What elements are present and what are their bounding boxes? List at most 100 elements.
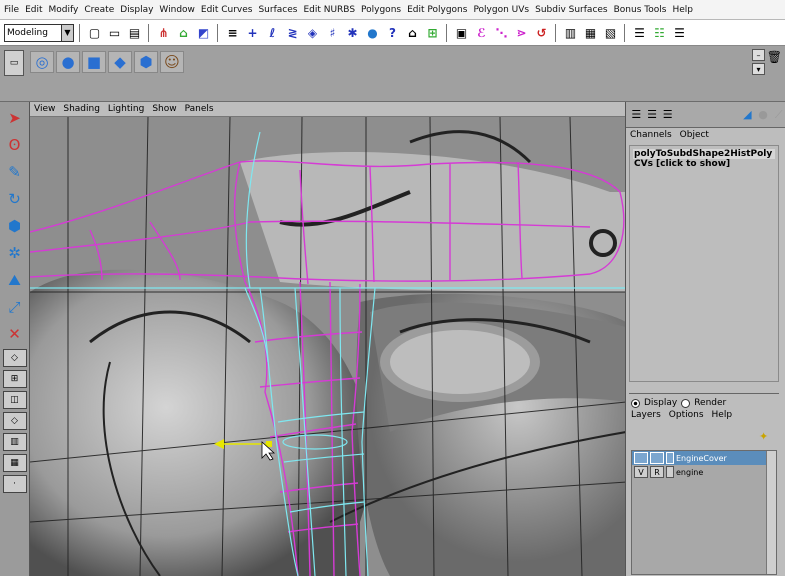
tab-object[interactable]: Object bbox=[680, 130, 709, 140]
layer-menu-layers[interactable]: Layers bbox=[631, 410, 661, 420]
cone-icon[interactable]: ⬢ bbox=[134, 51, 158, 73]
layer-color-swatch[interactable] bbox=[666, 452, 674, 464]
shelf-up-icon[interactable]: – bbox=[752, 49, 765, 61]
cb-layout-2-icon[interactable]: ☰ bbox=[646, 108, 659, 122]
layer-name[interactable]: engine bbox=[676, 468, 703, 477]
menu-create[interactable]: Create bbox=[81, 5, 117, 15]
trash-icon[interactable]: 🗑 bbox=[767, 50, 782, 64]
history-icon[interactable]: ♯ bbox=[324, 24, 341, 41]
shelf-tool-3-icon[interactable]: ⋱ bbox=[493, 24, 510, 41]
attribute-editor-icon[interactable]: ▦ bbox=[582, 24, 599, 41]
menu-bonus-tools[interactable]: Bonus Tools bbox=[611, 5, 670, 15]
tab-channels[interactable]: Channels bbox=[630, 130, 672, 140]
menu-polygon-uvs[interactable]: Polygon UVs bbox=[470, 5, 532, 15]
panel-menu-shading[interactable]: Shading bbox=[63, 104, 100, 114]
shelf-tool-1-icon[interactable]: ▣ bbox=[453, 24, 470, 41]
select-component-icon[interactable]: ◩ bbox=[195, 24, 212, 41]
chevron-down-icon[interactable]: ▼ bbox=[61, 24, 73, 41]
menu-surfaces[interactable]: Surfaces bbox=[255, 5, 300, 15]
panel-menu-lighting[interactable]: Lighting bbox=[108, 104, 144, 114]
show-manip-icon[interactable]: ⤢ bbox=[3, 295, 27, 319]
face-icon[interactable]: ☺ bbox=[160, 51, 184, 73]
new-scene-icon[interactable]: ▢ bbox=[86, 24, 103, 41]
help-icon[interactable]: ? bbox=[384, 24, 401, 41]
input-ops-icon[interactable]: ✱ bbox=[344, 24, 361, 41]
viewport-canvas[interactable] bbox=[30, 102, 626, 576]
menu-help[interactable]: Help bbox=[669, 5, 696, 15]
lasso-tool-icon[interactable]: ʘ bbox=[3, 133, 27, 157]
layout-3-icon[interactable]: ☰ bbox=[671, 24, 688, 41]
shelf-tool-4-icon[interactable]: ⋗ bbox=[513, 24, 530, 41]
save-scene-icon[interactable]: ▤ bbox=[126, 24, 143, 41]
object-name[interactable]: polyToSubdShape2HistPoly bbox=[633, 149, 775, 159]
layer-row[interactable]: V R engine bbox=[632, 465, 776, 479]
select-object-icon[interactable]: ⌂ bbox=[175, 24, 192, 41]
menu-window[interactable]: Window bbox=[156, 5, 198, 15]
new-layer-icon[interactable]: ✦ bbox=[759, 430, 775, 446]
layer-name[interactable]: EngineCover bbox=[676, 454, 727, 463]
layer-visibility-toggle[interactable] bbox=[634, 452, 648, 464]
radio-render[interactable] bbox=[681, 398, 691, 408]
menu-edit-nurbs[interactable]: Edit NURBS bbox=[300, 5, 358, 15]
shelf-tool-2-icon[interactable]: ℰ bbox=[473, 24, 490, 41]
layout-persp-icon[interactable]: ◇ bbox=[2, 412, 27, 430]
menu-edit[interactable]: Edit bbox=[22, 5, 45, 15]
ipr-icon[interactable]: ⌂ bbox=[404, 24, 421, 41]
radio-display[interactable] bbox=[631, 398, 640, 408]
layer-render-toggle[interactable] bbox=[650, 452, 664, 464]
sphere-icon[interactable]: ● bbox=[56, 51, 80, 73]
layout-more-icon[interactable]: · bbox=[2, 475, 27, 493]
snap-grid-icon[interactable]: ≡ bbox=[224, 24, 241, 41]
layer-menu-options[interactable]: Options bbox=[669, 410, 704, 420]
layer-menu-help[interactable]: Help bbox=[712, 410, 733, 420]
cb-layout-3-icon[interactable]: ☰ bbox=[661, 108, 674, 122]
layout-side-icon[interactable]: ◫ bbox=[2, 391, 27, 409]
cylinder-icon[interactable]: ◆ bbox=[108, 51, 132, 73]
mode-select[interactable]: Modeling ▼ bbox=[4, 23, 74, 42]
scale-tool-icon[interactable]: ⬢ bbox=[3, 214, 27, 238]
render-globals-icon[interactable]: ⊞ bbox=[424, 24, 441, 41]
shelf-down-icon[interactable]: ▾ bbox=[752, 63, 765, 75]
layout-outliner-icon[interactable]: ▦ bbox=[2, 454, 27, 472]
open-scene-icon[interactable]: ▭ bbox=[106, 24, 123, 41]
select-hierarchy-icon[interactable]: ⋔ bbox=[155, 24, 172, 41]
panel-menu-show[interactable]: Show bbox=[152, 104, 176, 114]
paint-tool-icon[interactable]: ✎ bbox=[3, 160, 27, 184]
menu-edit-polygons[interactable]: Edit Polygons bbox=[404, 5, 470, 15]
panel-menu-panels[interactable]: Panels bbox=[185, 104, 214, 114]
snap-plane-icon[interactable]: ≷ bbox=[284, 24, 301, 41]
menu-modify[interactable]: Modify bbox=[46, 5, 82, 15]
menu-file[interactable]: File bbox=[1, 5, 22, 15]
layer-row[interactable]: EngineCover bbox=[632, 451, 776, 465]
torus-icon[interactable]: ◎ bbox=[30, 51, 54, 73]
layer-scrollbar[interactable] bbox=[766, 451, 776, 574]
universal-manip-icon[interactable]: ✲ bbox=[3, 241, 27, 265]
menu-edit-curves[interactable]: Edit Curves bbox=[198, 5, 256, 15]
layer-render-toggle[interactable]: R bbox=[650, 466, 664, 478]
snap-point-icon[interactable]: ℓ bbox=[264, 24, 281, 41]
layout-1-icon[interactable]: ☰ bbox=[631, 24, 648, 41]
cvs-toggle[interactable]: CVs [click to show] bbox=[633, 159, 775, 169]
tool-settings-icon[interactable]: ▧ bbox=[602, 24, 619, 41]
cube-icon[interactable]: ■ bbox=[82, 51, 106, 73]
layer-editor-icon[interactable]: ◢ bbox=[741, 108, 754, 122]
render-icon[interactable]: ● bbox=[364, 24, 381, 41]
viewport-panel[interactable]: View Shading Lighting Show Panels bbox=[30, 102, 626, 576]
layout-four-icon[interactable]: ⊞ bbox=[2, 370, 27, 388]
cb-layout-1-icon[interactable]: ☰ bbox=[630, 108, 643, 122]
rotate-tool-icon[interactable]: ↻ bbox=[3, 187, 27, 211]
select-tool-icon[interactable]: ➤ bbox=[3, 106, 27, 130]
layout-single-icon[interactable]: ◇ bbox=[2, 349, 27, 367]
layout-graph-icon[interactable]: ▥ bbox=[2, 433, 27, 451]
make-live-icon[interactable]: ◈ bbox=[304, 24, 321, 41]
menu-subdiv-surfaces[interactable]: Subdiv Surfaces bbox=[532, 5, 611, 15]
soft-mod-icon[interactable]: ⛰ bbox=[3, 268, 27, 292]
layer-color-swatch[interactable] bbox=[666, 466, 674, 478]
last-tool-icon[interactable]: ✕ bbox=[3, 322, 27, 346]
menu-polygons[interactable]: Polygons bbox=[358, 5, 404, 15]
menu-display[interactable]: Display bbox=[117, 5, 156, 15]
snap-curve-icon[interactable]: + bbox=[244, 24, 261, 41]
panel-menu-view[interactable]: View bbox=[34, 104, 55, 114]
layout-2-icon[interactable]: ☷ bbox=[651, 24, 668, 41]
channel-box-icon[interactable]: ▥ bbox=[562, 24, 579, 41]
